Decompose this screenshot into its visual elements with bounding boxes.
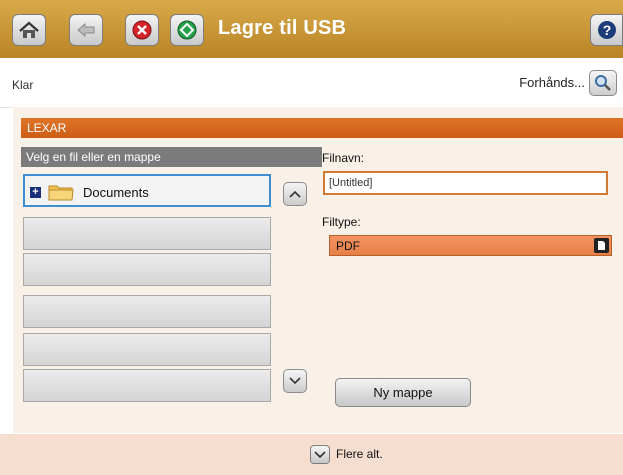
list-item-label: Documents <box>83 184 149 200</box>
dropdown-icon <box>594 238 609 253</box>
expand-plus-icon[interactable]: + <box>30 186 41 198</box>
drive-name: LEXAR <box>21 118 623 138</box>
chevron-up-icon <box>289 190 301 198</box>
title-bar: Lagre til USB ? <box>0 0 623 58</box>
scroll-up-button[interactable] <box>283 182 307 206</box>
filetype-value: PDF <box>336 239 360 253</box>
stop-icon <box>132 20 152 40</box>
filename-input[interactable]: [Untitled] <box>323 171 608 195</box>
preview-label[interactable]: Forhånds... <box>519 75 585 90</box>
filename-label: Filnavn: <box>322 151 365 165</box>
more-options-button[interactable] <box>310 445 330 464</box>
stop-button[interactable] <box>125 14 159 46</box>
filetype-select[interactable]: PDF <box>329 235 612 256</box>
filetype-label: Filtype: <box>322 215 361 229</box>
home-button[interactable] <box>12 14 46 46</box>
list-item[interactable]: + Documents <box>23 174 271 207</box>
help-button[interactable]: ? <box>590 14 623 46</box>
new-folder-button[interactable]: Ny mappe <box>335 378 471 407</box>
folder-icon <box>48 185 74 201</box>
back-button[interactable] <box>69 14 103 46</box>
home-icon <box>19 21 39 38</box>
scroll-down-button[interactable] <box>283 369 307 393</box>
page-title: Lagre til USB <box>218 17 347 39</box>
list-item[interactable] <box>23 333 271 366</box>
list-item[interactable] <box>23 295 271 328</box>
more-options-label[interactable]: Flere alt. <box>336 447 383 461</box>
start-button[interactable] <box>170 14 204 46</box>
chevron-down-icon <box>289 377 301 385</box>
help-icon: ? <box>597 21 616 39</box>
list-item[interactable] <box>23 253 271 286</box>
list-item[interactable] <box>23 369 271 402</box>
preview-button[interactable] <box>589 70 617 96</box>
start-icon <box>177 20 197 40</box>
magnifier-icon <box>595 75 611 91</box>
footer-bar: Flere alt. <box>0 434 623 475</box>
status-text: Klar <box>12 78 34 92</box>
chevron-down-icon <box>314 450 326 458</box>
svg-text:?: ? <box>602 22 611 38</box>
list-item[interactable] <box>23 217 271 250</box>
status-row: Klar Forhånds... <box>0 58 623 108</box>
back-arrow-icon <box>77 22 95 38</box>
main-panel: LEXAR Velg en fil eller en mappe + Docum… <box>13 107 623 433</box>
file-list-header: Velg en fil eller en mappe <box>21 147 322 167</box>
